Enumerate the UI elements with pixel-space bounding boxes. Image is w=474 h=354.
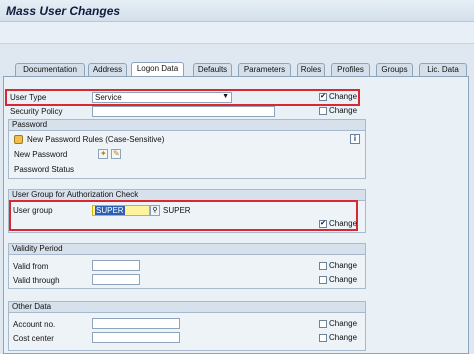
title-bar: Mass User Changes (0, 0, 474, 22)
password-rules-label: New Password Rules (Case-Sensitive) (27, 135, 165, 144)
user-type-change-label: Change (329, 92, 358, 101)
user-group-change-checkbox[interactable]: ✔ (319, 220, 327, 228)
tab-profiles[interactable]: Profiles (331, 63, 370, 76)
user-type-label: User Type (10, 93, 47, 102)
other-data-group: Other Data (8, 301, 366, 351)
valid-from-label: Valid from (13, 262, 49, 271)
valid-from-change-label: Change (329, 261, 358, 270)
user-group-input[interactable]: SUPER (92, 205, 150, 216)
tab-defaults[interactable]: Defaults (193, 63, 232, 76)
info-icon[interactable]: i (350, 134, 360, 144)
other-data-header: Other Data (9, 302, 365, 313)
validity-period-header: Validity Period (9, 244, 365, 255)
password-status-label: Password Status (14, 165, 75, 174)
tab-groups[interactable]: Groups (376, 63, 413, 76)
cost-center-change-checkbox[interactable] (319, 334, 327, 342)
new-password-label: New Password (14, 150, 68, 159)
cost-center-input[interactable] (92, 332, 180, 343)
security-policy-change-checkbox[interactable] (319, 107, 327, 115)
security-policy-label: Security Policy (10, 107, 63, 116)
tab-logon-data[interactable]: Logon Data (131, 62, 184, 76)
tab-documentation[interactable]: Documentation (15, 63, 85, 76)
valid-through-label: Valid through (13, 276, 60, 285)
account-no-input[interactable] (92, 318, 180, 329)
password-group-header: Password (9, 120, 365, 131)
valid-from-input[interactable] (92, 260, 140, 271)
valid-through-input[interactable] (92, 274, 140, 285)
password-rules-icon[interactable] (14, 135, 23, 144)
cost-center-label: Cost center (13, 334, 54, 343)
valid-from-change-checkbox[interactable] (319, 262, 327, 270)
user-group-label: User group (13, 206, 53, 215)
cost-center-change-label: Change (329, 333, 358, 342)
tab-parameters[interactable]: Parameters (238, 63, 291, 76)
tab-roles[interactable]: Roles (297, 63, 325, 76)
toolbar (0, 22, 474, 44)
user-group-value: SUPER (95, 206, 125, 215)
search-icon[interactable]: ⚲ (150, 205, 160, 216)
security-policy-change-label: Change (329, 106, 358, 115)
user-type-select[interactable]: Service ▼ (92, 92, 232, 103)
tab-lic-data[interactable]: Lic. Data (419, 63, 467, 76)
user-group-description: SUPER (163, 206, 191, 215)
password-group: Password New Password Rules (Case-Sensit… (8, 119, 366, 179)
account-no-change-label: Change (329, 319, 358, 328)
user-type-change-checkbox[interactable]: ✔ (319, 93, 327, 101)
security-policy-input[interactable] (92, 106, 275, 117)
user-type-value: Service (95, 93, 122, 102)
account-no-label: Account no. (13, 320, 56, 329)
valid-through-change-checkbox[interactable] (319, 276, 327, 284)
tab-address[interactable]: Address (88, 63, 127, 76)
tab-strip: Documentation Address Logon Data Default… (15, 62, 470, 76)
valid-through-change-label: Change (329, 275, 358, 284)
window-title: Mass User Changes (6, 4, 121, 18)
user-group-change-label: Change (329, 219, 358, 228)
logon-data-panel: User Type Service ▼ ✔ Change Security Po… (3, 76, 469, 354)
wizard-icon[interactable]: ✦ (98, 149, 108, 159)
pencil-icon[interactable]: ✎ (111, 149, 121, 159)
chevron-down-icon[interactable]: ▼ (222, 92, 229, 101)
validity-period-group: Validity Period (8, 243, 366, 289)
account-no-change-checkbox[interactable] (319, 320, 327, 328)
